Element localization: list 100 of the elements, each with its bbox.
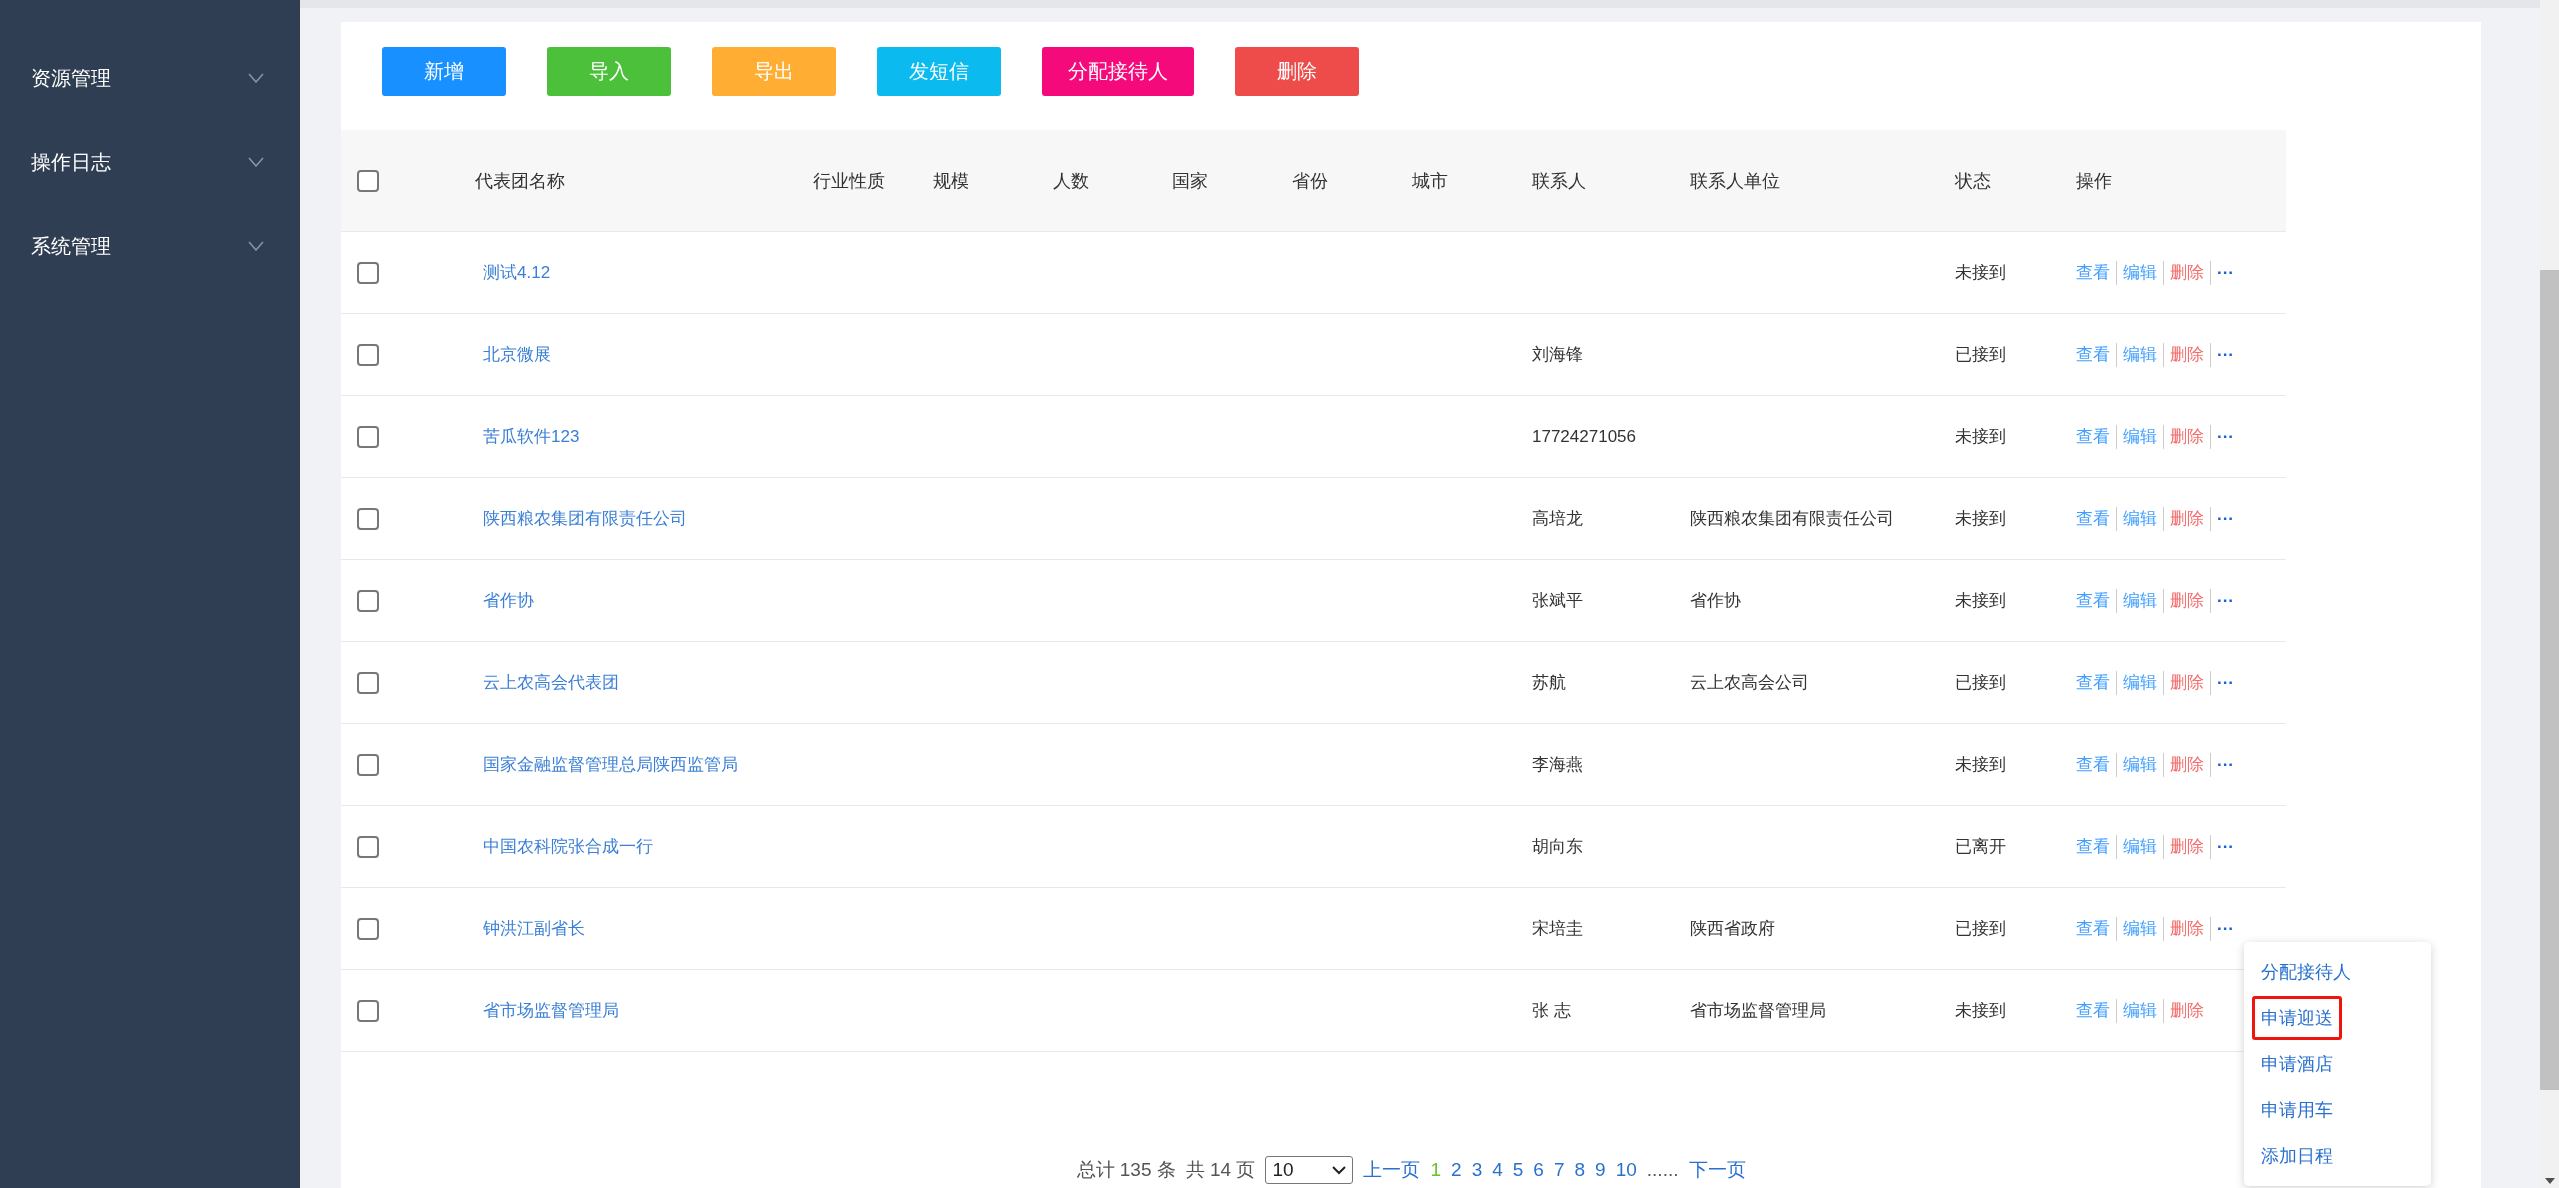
table-cell: 17724271056	[1532, 426, 1636, 446]
checkbox[interactable]	[357, 425, 379, 448]
action-link[interactable]: 编辑	[2116, 998, 2163, 1023]
more-link[interactable]: ···	[2210, 916, 2240, 941]
delete-link[interactable]: 删除	[2163, 916, 2210, 941]
checkbox[interactable]	[357, 589, 379, 612]
delegation-link[interactable]: 省作协	[475, 591, 534, 610]
action-link[interactable]: 编辑	[2116, 916, 2163, 941]
toolbar-button[interactable]: 删除	[1235, 47, 1359, 96]
action-link[interactable]: 查看	[2076, 260, 2116, 285]
checkbox[interactable]	[357, 999, 379, 1022]
page-link[interactable]: 3	[1471, 1159, 1483, 1181]
more-link[interactable]: ···	[2210, 424, 2240, 449]
delegation-link[interactable]: 苦瓜软件123	[475, 427, 580, 446]
menu-item[interactable]: 申请用车	[2252, 1087, 2342, 1132]
delete-link[interactable]: 删除	[2163, 752, 2210, 777]
scroll-down-icon[interactable]	[2544, 1178, 2555, 1184]
chevron-icon	[248, 157, 264, 167]
prev-page-link[interactable]: 上一页	[1363, 1157, 1421, 1183]
action-link[interactable]: 编辑	[2116, 260, 2163, 285]
table-cell: 胡向东	[1532, 837, 1583, 856]
page-link[interactable]: 7	[1553, 1159, 1565, 1181]
next-page-link[interactable]: 下一页	[1688, 1157, 1746, 1183]
action-link[interactable]: 查看	[2076, 506, 2116, 531]
delegation-link[interactable]: 国家金融监督管理总局陕西监管局	[475, 755, 738, 774]
page-link[interactable]: 4	[1492, 1159, 1503, 1181]
column-header: 人数	[1053, 169, 1090, 193]
scrollbar[interactable]	[2540, 0, 2559, 1188]
delegation-link[interactable]: 北京微展	[475, 345, 551, 364]
checkbox[interactable]	[357, 671, 379, 694]
action-link[interactable]: 查看	[2076, 834, 2116, 859]
column-header: 代表团名称	[475, 169, 566, 193]
action-link[interactable]: 编辑	[2116, 670, 2163, 695]
table-cell: 李海燕	[1532, 755, 1583, 774]
action-link[interactable]: 编辑	[2116, 506, 2163, 531]
delete-link[interactable]: 删除	[2163, 670, 2210, 695]
total-count: 总计 135 条	[1076, 1158, 1176, 1182]
action-link[interactable]: 编辑	[2116, 752, 2163, 777]
page-link[interactable]: 2	[1451, 1159, 1462, 1181]
action-link[interactable]: 编辑	[2116, 834, 2163, 859]
delete-link[interactable]: 删除	[2163, 998, 2210, 1023]
checkbox[interactable]	[357, 917, 379, 940]
column-header: 省份	[1292, 169, 1329, 193]
delegation-link[interactable]: 中国农科院张合成一行	[475, 837, 653, 856]
page-size-select[interactable]: 10	[1265, 1156, 1354, 1184]
column-header: 城市	[1412, 169, 1449, 193]
delegation-link[interactable]: 省市场监督管理局	[475, 1001, 619, 1020]
action-link[interactable]: 编辑	[2116, 588, 2163, 613]
toolbar-button[interactable]: 导入	[547, 47, 671, 96]
action-link[interactable]: 查看	[2076, 424, 2116, 449]
table-cell: 云上农高会公司	[1690, 673, 1809, 692]
page-link[interactable]: 6	[1533, 1159, 1544, 1181]
delegation-link[interactable]: 测试4.12	[475, 263, 551, 282]
checkbox[interactable]	[357, 343, 379, 366]
more-link[interactable]: ···	[2210, 260, 2240, 285]
more-link[interactable]: ···	[2210, 834, 2240, 859]
page-count: 共 14 页	[1185, 1158, 1256, 1182]
delete-link[interactable]: 删除	[2163, 342, 2210, 367]
delete-link[interactable]: 删除	[2163, 588, 2210, 613]
more-link[interactable]: ···	[2210, 342, 2240, 367]
toolbar-button[interactable]: 分配接待人	[1042, 47, 1194, 96]
menu-item[interactable]: 添加日程	[2252, 1133, 2342, 1178]
delegation-link[interactable]: 陕西粮农集团有限责任公司	[475, 509, 687, 528]
page-link[interactable]: 9	[1595, 1159, 1606, 1181]
delegation-link[interactable]: 云上农高会代表团	[475, 673, 619, 692]
menu-item[interactable]: 申请酒店	[2252, 1041, 2342, 1086]
sidebar-item[interactable]: 资源管理	[0, 36, 300, 120]
action-link[interactable]: 编辑	[2116, 424, 2163, 449]
more-link[interactable]: ···	[2210, 670, 2240, 695]
toolbar-button[interactable]: 发短信	[877, 47, 1001, 96]
more-link[interactable]: ···	[2210, 588, 2240, 613]
checkbox[interactable]	[357, 835, 379, 858]
action-link[interactable]: 编辑	[2116, 342, 2163, 367]
sidebar-item[interactable]: 系统管理	[0, 204, 300, 288]
menu-item[interactable]: 申请迎送	[2252, 995, 2342, 1040]
page-link[interactable]: 10	[1615, 1159, 1637, 1181]
menu-item[interactable]: 分配接待人	[2252, 949, 2360, 994]
toolbar-button[interactable]: 新增	[382, 47, 506, 96]
more-link[interactable]: ···	[2210, 506, 2240, 531]
checkbox[interactable]	[357, 753, 379, 776]
delete-link[interactable]: 删除	[2163, 506, 2210, 531]
action-link[interactable]: 查看	[2076, 670, 2116, 695]
more-link[interactable]: ···	[2210, 752, 2240, 777]
delegation-link[interactable]: 钟洪江副省长	[475, 919, 585, 938]
page-link[interactable]: 1	[1430, 1159, 1442, 1181]
table-cell: 张斌平	[1532, 591, 1583, 610]
sidebar-item[interactable]: 操作日志	[0, 120, 300, 204]
delete-link[interactable]: 删除	[2163, 260, 2210, 285]
delete-link[interactable]: 删除	[2163, 834, 2210, 859]
action-link[interactable]: 查看	[2076, 916, 2116, 941]
page-link[interactable]: 5	[1512, 1159, 1524, 1181]
page-link[interactable]: 8	[1574, 1159, 1586, 1181]
checkbox[interactable]	[357, 507, 379, 530]
delete-link[interactable]: 删除	[2163, 424, 2210, 449]
action-link[interactable]: 查看	[2076, 752, 2116, 777]
checkbox[interactable]	[357, 169, 379, 192]
action-link[interactable]: 查看	[2076, 588, 2116, 613]
checkbox[interactable]	[357, 261, 379, 284]
action-link[interactable]: 查看	[2076, 998, 2116, 1023]
action-link[interactable]: 查看	[2076, 342, 2116, 367]
